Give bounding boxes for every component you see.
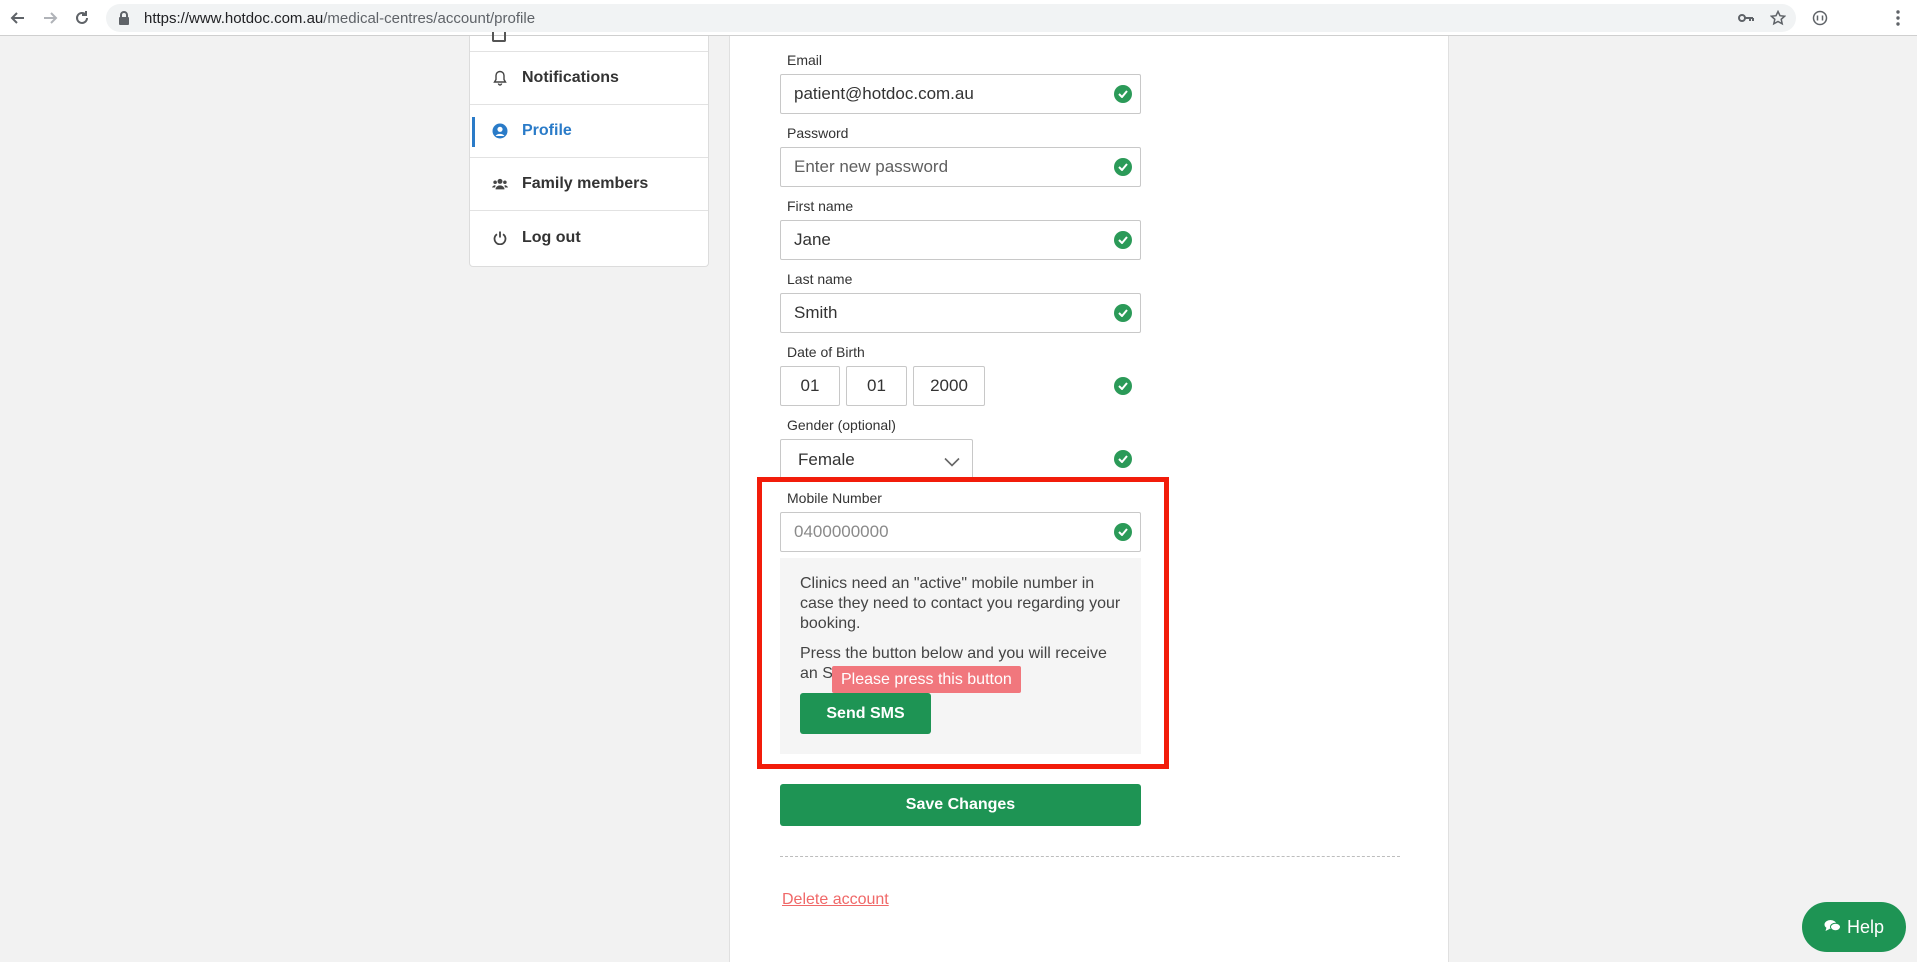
email-label: Email — [787, 52, 823, 68]
back-icon[interactable] — [6, 6, 30, 30]
divider — [780, 856, 1400, 857]
valid-check-icon — [1114, 377, 1132, 395]
sidebar-item-label: Log out — [522, 228, 581, 246]
star-icon[interactable] — [1766, 6, 1790, 30]
valid-check-icon — [1114, 231, 1132, 249]
sidebar-item-label: Family members — [522, 175, 649, 192]
bell-icon — [492, 70, 508, 86]
url-path: /medical-centres/account/profile — [323, 9, 536, 27]
dob-day-value: 01 — [800, 376, 820, 395]
first-name-field[interactable]: Jane — [780, 220, 1141, 260]
sidebar-item-partial[interactable] — [470, 32, 708, 52]
valid-check-icon — [1114, 85, 1132, 103]
sidebar-item-logout[interactable]: Log out — [470, 211, 708, 264]
user-circle-icon — [492, 123, 508, 139]
last-name-field[interactable]: Smith — [780, 293, 1141, 333]
last-name-value: Smith — [794, 303, 838, 322]
valid-check-icon — [1114, 158, 1132, 176]
email-field[interactable]: patient@hotdoc.com.au — [780, 74, 1141, 114]
profile-form-panel: Email patient@hotdoc.com.au Password Ent… — [729, 36, 1449, 962]
menu-icon[interactable] — [1886, 6, 1910, 30]
dob-year-field[interactable]: 2000 — [913, 366, 985, 406]
dob-day-field[interactable]: 01 — [780, 366, 840, 406]
sidebar-item-family-members[interactable]: Family members — [470, 158, 708, 211]
calendar-icon — [492, 32, 506, 42]
sidebar-item-label: Profile — [522, 122, 572, 139]
dob-year-value: 2000 — [930, 376, 968, 395]
chevron-down-icon — [944, 452, 960, 472]
valid-check-icon — [1114, 450, 1132, 468]
highlight-annotation — [757, 477, 1169, 769]
email-value: patient@hotdoc.com.au — [794, 84, 974, 103]
help-button[interactable]: Help — [1802, 902, 1906, 952]
dob-month-value: 01 — [867, 376, 886, 395]
password-field[interactable]: Enter new password — [780, 147, 1141, 187]
key-icon[interactable] — [1734, 6, 1758, 30]
lock-icon — [118, 11, 134, 25]
gender-value: Female — [798, 449, 855, 469]
help-label: Help — [1846, 916, 1885, 937]
password-label: Password — [787, 125, 849, 141]
sidebar-item-label: Notifications — [522, 69, 619, 86]
power-icon — [492, 230, 508, 246]
reload-icon[interactable] — [70, 6, 94, 30]
users-icon — [492, 176, 508, 192]
gender-label: Gender (optional) — [787, 417, 896, 433]
dob-label: Date of Birth — [787, 344, 865, 360]
password-placeholder: Enter new password — [794, 157, 949, 176]
delete-account-link[interactable]: Delete account — [782, 891, 889, 909]
last-name-label: Last name — [787, 271, 853, 287]
browser-toolbar: https://www.hotdoc.com.au/medical-centre… — [0, 0, 1917, 36]
first-name-label: First name — [787, 198, 854, 214]
chat-icon — [1824, 917, 1841, 938]
sidebar-item-profile[interactable]: Profile — [470, 105, 708, 158]
dob-month-field[interactable]: 01 — [846, 366, 907, 406]
extension-icon[interactable] — [1808, 6, 1832, 30]
first-name-value: Jane — [794, 230, 831, 249]
save-changes-button[interactable]: Save Changes — [780, 784, 1141, 826]
address-bar[interactable]: https://www.hotdoc.com.au/medical-centre… — [106, 4, 1796, 32]
valid-check-icon — [1114, 304, 1132, 322]
gender-select[interactable]: Female — [780, 439, 973, 479]
account-sidebar: Notifications Profile Family members Log… — [469, 32, 709, 267]
sidebar-item-notifications[interactable]: Notifications — [470, 52, 708, 105]
url-host: https://www.hotdoc.com.au — [144, 9, 324, 27]
forward-icon[interactable] — [38, 6, 62, 30]
